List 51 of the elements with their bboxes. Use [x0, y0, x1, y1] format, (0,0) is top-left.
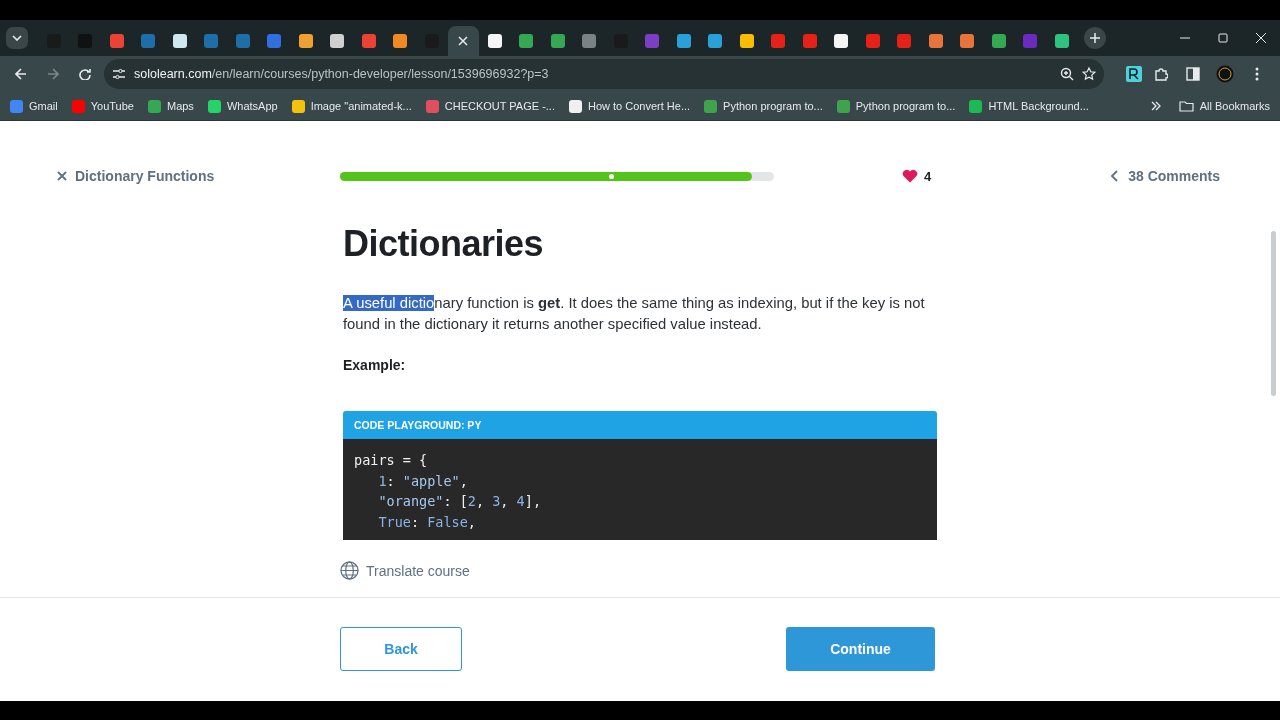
translate-course-link[interactable]: Translate course	[340, 561, 470, 580]
chevron-down-icon	[12, 35, 22, 41]
bookmark[interactable]: Maps	[147, 99, 194, 113]
code-line: 1: "apple",	[377, 471, 468, 491]
code-playground-header: CODE PLAYGROUND: PY	[343, 411, 937, 439]
bookmark[interactable]: Python program to...	[836, 99, 956, 113]
heart-icon	[902, 169, 918, 183]
more-bookmarks-icon[interactable]	[1150, 101, 1161, 111]
reload-icon	[79, 68, 91, 80]
bookmark[interactable]: How to Convert He...	[569, 99, 691, 113]
globe-icon	[340, 561, 359, 580]
code-line: True: False,	[377, 512, 476, 532]
minimize-icon	[1180, 37, 1190, 39]
progress-marker	[609, 173, 615, 179]
menu-icon	[1255, 67, 1259, 81]
address-bar[interactable]: sololearn.com/en/learn/courses/python-developer/lesson/1539696932?p=3	[104, 59, 1104, 89]
hearts-count: 4	[924, 168, 932, 184]
plus-icon	[1089, 33, 1100, 43]
lesson-paragraph: A useful dictionary function is get. It does the same thing as indexing, but if the key is not found in the dictionary it returns another specified value instead.	[343, 294, 926, 334]
example-label: Example:	[343, 357, 407, 373]
tab-search-button[interactable]	[6, 27, 28, 49]
lesson-title: Dictionaries	[343, 222, 545, 266]
all-bookmarks-button[interactable]: All Bookmarks	[1178, 100, 1270, 112]
code-line: pairs = {	[354, 451, 428, 470]
folder-icon	[1178, 100, 1194, 112]
side-panel-icon	[1186, 67, 1200, 81]
close-icon[interactable]	[57, 171, 67, 181]
bookmark[interactable]: CHECKOUT PAGE -...	[425, 99, 555, 113]
extension-icon[interactable]	[1126, 66, 1142, 82]
bookmark[interactable]: Python program to...	[704, 99, 823, 113]
comments-button[interactable]: 38 Comments	[1110, 168, 1220, 184]
close-lesson-button[interactable]: Dictionary Functions	[57, 168, 340, 184]
chevron-left-icon	[1110, 170, 1119, 182]
back-arrow-icon	[15, 68, 27, 80]
zoom-icon[interactable]	[1060, 67, 1074, 81]
forward-arrow-icon	[47, 68, 59, 80]
browser-tab[interactable]	[447, 26, 479, 56]
new-tab-button[interactable]	[1083, 27, 1106, 49]
close-icon	[1256, 33, 1266, 43]
puzzle-icon	[1154, 67, 1168, 81]
bookmark[interactable]: WhatsApp	[207, 99, 278, 113]
code-line: "orange": [2, 3, 4],	[377, 492, 541, 512]
bookmark[interactable]: HTML Background...	[969, 99, 1089, 113]
star-icon[interactable]	[1082, 67, 1096, 81]
avatar-icon	[1216, 65, 1234, 83]
scrollbar-thumb[interactable]	[1271, 231, 1276, 396]
restore-icon	[1218, 33, 1228, 43]
bookmark[interactable]: YouTube	[71, 99, 134, 113]
bookmark[interactable]: Image "animated-k...	[291, 99, 412, 113]
bookmark[interactable]: Gmail	[10, 99, 58, 113]
site-settings-icon[interactable]	[112, 68, 126, 80]
